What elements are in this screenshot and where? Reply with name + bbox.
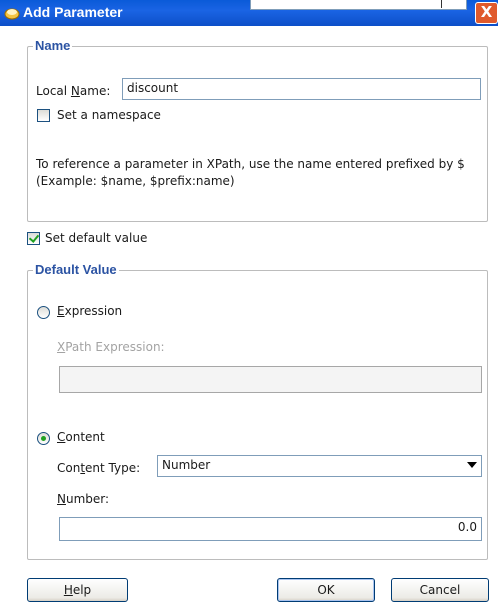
title-bar[interactable]: Add Parameter X	[0, 0, 498, 26]
default-value-group: Default Value Expression XPath Expressio…	[27, 262, 488, 560]
name-group: Name Local Name: discount Set a namespac…	[27, 38, 488, 222]
namespace-label: Set a namespace	[57, 108, 161, 122]
namespace-checkbox[interactable]	[37, 109, 50, 122]
chevron-down-icon[interactable]	[467, 462, 477, 468]
number-value: 0.0	[457, 520, 477, 534]
title-overlap-field	[250, 0, 467, 10]
expression-label: Expression	[57, 304, 123, 318]
set-default-checkbox[interactable]	[27, 232, 40, 245]
default-value-legend: Default Value	[33, 262, 119, 277]
title-overlap-tick	[441, 0, 442, 8]
content-type-value: Number	[162, 458, 211, 472]
xpath-expression-label: XPath Expression:	[57, 340, 165, 354]
dialog-body: Name Local Name: discount Set a namespac…	[0, 26, 498, 604]
number-label: Number:	[57, 492, 110, 506]
xpath-expression-field[interactable]	[59, 366, 482, 393]
help-text-line2: (Example: $name, $prefix:name)	[36, 174, 235, 188]
help-text-line1: To reference a parameter in XPath, use t…	[36, 157, 465, 171]
ok-button[interactable]: OK	[277, 578, 375, 602]
window-title: Add Parameter	[23, 4, 123, 20]
content-radio[interactable]	[37, 432, 50, 445]
local-name-field[interactable]: discount	[122, 78, 481, 100]
close-icon[interactable]: X	[475, 2, 498, 24]
expression-radio[interactable]	[37, 306, 50, 319]
help-button[interactable]: Help	[27, 578, 128, 602]
oracle-jdev-icon	[4, 8, 20, 20]
set-default-label: Set default value	[45, 231, 148, 245]
content-type-label: Content Type:	[57, 461, 141, 475]
content-type-select[interactable]: Number	[157, 455, 482, 477]
number-field[interactable]: 0.0	[59, 517, 482, 541]
name-group-legend: Name	[33, 38, 73, 53]
local-name-label: Local Name:	[36, 84, 111, 98]
cancel-button[interactable]: Cancel	[391, 578, 489, 602]
content-label: Content	[57, 430, 105, 444]
